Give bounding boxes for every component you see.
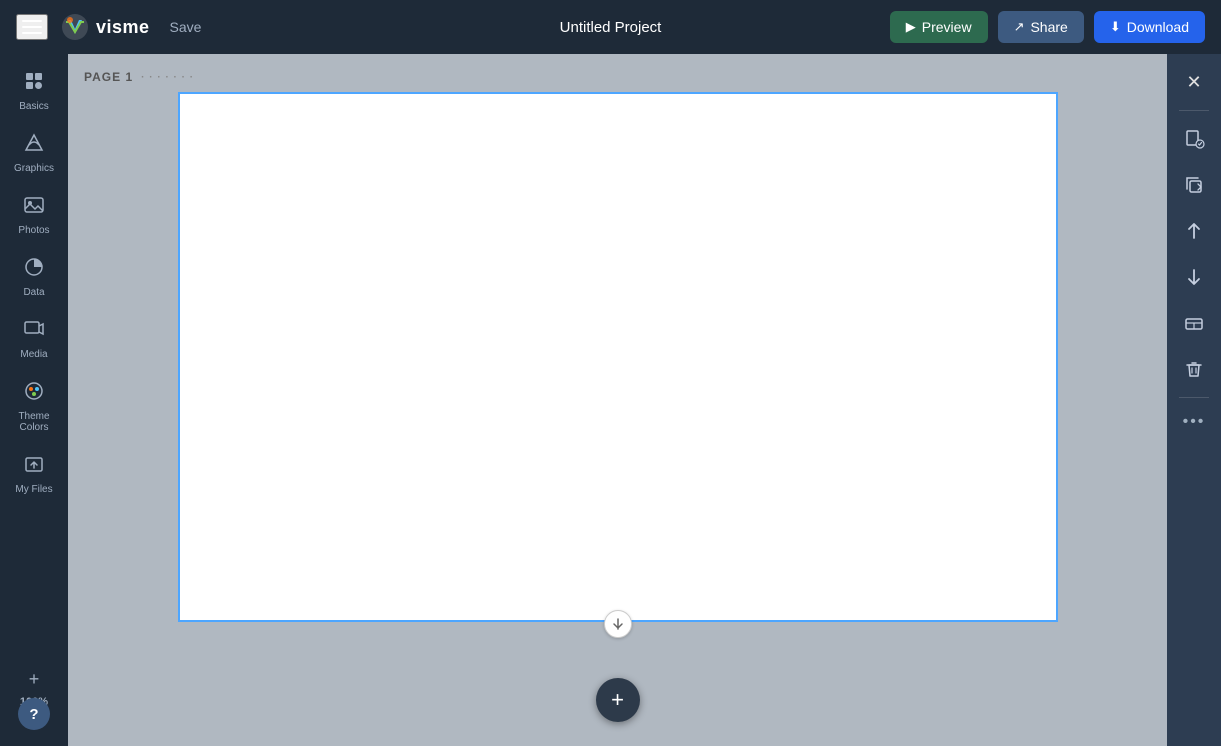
sidebar-item-graphics-label: Graphics — [14, 163, 54, 174]
canvas-frame[interactable] — [178, 92, 1058, 622]
graphics-icon — [23, 132, 45, 160]
project-title: Untitled Project — [560, 19, 662, 36]
layout-icon — [1183, 312, 1205, 334]
panel-divider-2 — [1179, 397, 1209, 398]
layout-button[interactable] — [1174, 303, 1214, 343]
delete-icon — [1183, 358, 1205, 380]
sidebar-item-photos[interactable]: Photos — [4, 186, 64, 244]
sidebar-item-basics[interactable]: Basics — [4, 62, 64, 120]
move-up-icon — [1183, 220, 1205, 242]
theme-colors-icon — [23, 380, 45, 408]
close-icon: ✕ — [1186, 72, 1201, 93]
my-files-icon — [23, 453, 45, 481]
left-sidebar: Basics Graphics Photos — [0, 54, 68, 746]
move-down-icon — [1183, 266, 1205, 288]
help-button[interactable]: ? — [18, 698, 50, 730]
delete-button[interactable] — [1174, 349, 1214, 389]
sidebar-item-media[interactable]: Media — [4, 310, 64, 368]
more-options-button[interactable]: ••• — [1174, 406, 1214, 438]
data-icon — [23, 256, 45, 284]
share-icon: ↗ — [1014, 19, 1025, 35]
page-label-dots: · · · · · · · — [141, 72, 194, 83]
page-label: PAGE 1 · · · · · · · — [84, 70, 194, 84]
main-area: Basics Graphics Photos — [0, 54, 1221, 746]
sidebar-item-graphics[interactable]: Graphics — [4, 124, 64, 182]
duplicate-icon — [1183, 174, 1205, 196]
page-settings-button[interactable] — [1174, 119, 1214, 159]
preview-button[interactable]: ▶ Preview — [890, 11, 988, 43]
download-button[interactable]: ⬇ Download — [1094, 11, 1205, 43]
logo: visme — [60, 12, 150, 42]
share-button[interactable]: ↗ Share — [998, 11, 1084, 43]
sidebar-item-theme-colors[interactable]: Theme Colors — [4, 372, 64, 441]
panel-divider-1 — [1179, 110, 1209, 111]
sidebar-item-theme-colors-label: Theme Colors — [8, 411, 60, 433]
topbar: visme Save Untitled Project ▶ Preview ↗ … — [0, 0, 1221, 54]
sidebar-item-data-label: Data — [23, 287, 44, 298]
basics-icon — [23, 70, 45, 98]
sidebar-item-my-files[interactable]: My Files — [4, 445, 64, 503]
visme-logo-icon — [60, 12, 90, 42]
photos-icon — [23, 194, 45, 222]
add-icon: + — [611, 689, 624, 711]
menu-button[interactable] — [16, 14, 48, 40]
sidebar-item-basics-label: Basics — [19, 101, 48, 112]
sidebar-item-media-label: Media — [20, 349, 47, 360]
canvas-area: PAGE 1 · · · · · · · + — [68, 54, 1167, 746]
sidebar-item-data[interactable]: Data — [4, 248, 64, 306]
sidebar-item-my-files-label: My Files — [15, 484, 52, 495]
move-down-button[interactable] — [1174, 257, 1214, 297]
help-icon: ? — [29, 706, 38, 723]
logo-text: visme — [96, 17, 150, 38]
move-up-button[interactable] — [1174, 211, 1214, 251]
play-icon: ▶ — [906, 19, 916, 35]
sidebar-item-photos-label: Photos — [18, 225, 49, 236]
plus-icon: + — [29, 670, 40, 688]
topbar-left: visme Save — [16, 12, 209, 42]
duplicate-button[interactable] — [1174, 165, 1214, 205]
page-settings-icon — [1183, 128, 1205, 150]
save-button[interactable]: Save — [162, 15, 210, 39]
right-panel: ✕ — [1167, 54, 1221, 746]
download-icon: ⬇ — [1110, 19, 1121, 35]
add-page-button[interactable]: + — [596, 678, 640, 722]
close-panel-button[interactable]: ✕ — [1174, 62, 1214, 102]
zoom-plus-btn[interactable]: + — [4, 666, 64, 692]
topbar-right: ▶ Preview ↗ Share ⬇ Download — [890, 11, 1205, 43]
media-icon — [23, 318, 45, 346]
resize-handle[interactable] — [604, 610, 632, 638]
